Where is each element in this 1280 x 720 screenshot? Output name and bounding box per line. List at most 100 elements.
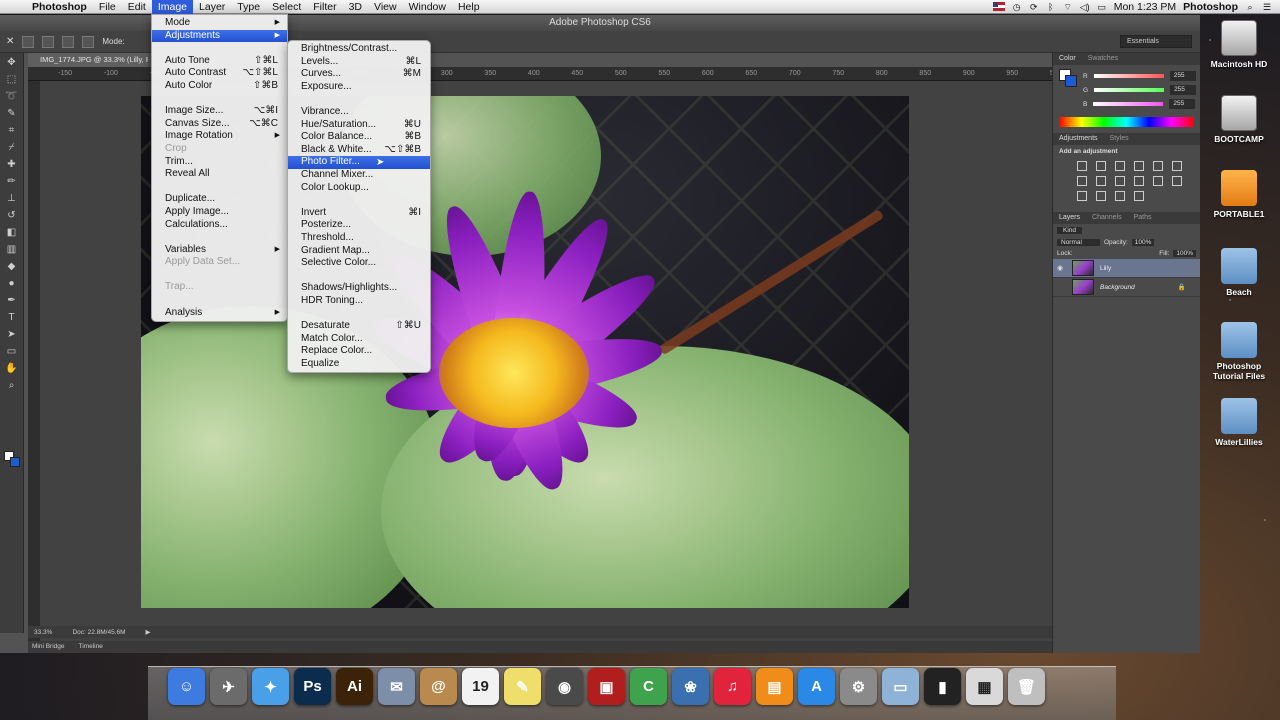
shape-tool-icon[interactable]: ▭ bbox=[5, 345, 19, 359]
menu-edit[interactable]: Edit bbox=[122, 0, 152, 14]
brush-tool-icon[interactable]: ✏ bbox=[5, 175, 19, 189]
workspace-switcher[interactable]: Essentials bbox=[1120, 35, 1192, 48]
path-selection-tool-icon[interactable]: ➤ bbox=[5, 328, 19, 342]
menu-item-color-lookup[interactable]: Color Lookup... bbox=[288, 182, 430, 195]
menu-item-brightness-contrast[interactable]: Brightness/Contrast... bbox=[288, 43, 430, 56]
menu-item-selective-color[interactable]: Selective Color... bbox=[288, 257, 430, 270]
menu-item-apply-image[interactable]: Apply Image... bbox=[152, 206, 287, 219]
menu-item-desaturate[interactable]: Desaturate ⇧⌘U bbox=[288, 320, 430, 333]
color-slider-b[interactable]: B 255 bbox=[1053, 97, 1200, 111]
documents-folder-icon[interactable]: ▭ bbox=[882, 668, 919, 705]
black-white-adjustment-icon[interactable] bbox=[1096, 176, 1106, 186]
document-tab[interactable]: IMG_1774.JPG @ 33.3% (Lilly, RGB/8) bbox=[28, 53, 148, 67]
eraser-tool-icon[interactable]: ◧ bbox=[5, 226, 19, 240]
layer-row[interactable]: Background 🔒 bbox=[1053, 278, 1200, 297]
panel-tab-paths[interactable]: Paths bbox=[1134, 212, 1152, 224]
blur-tool-icon[interactable]: ◆ bbox=[5, 260, 19, 274]
menu-type[interactable]: Type bbox=[231, 0, 266, 14]
vibrance-adjustment-icon[interactable] bbox=[1153, 161, 1163, 171]
panel-tab-color[interactable]: Color bbox=[1059, 53, 1076, 65]
menu-image[interactable]: Image bbox=[151, 0, 194, 14]
healing-tool-icon[interactable]: ✚ bbox=[5, 158, 19, 172]
volume-icon[interactable]: ◁) bbox=[1080, 2, 1090, 12]
launchpad-icon[interactable]: ✈ bbox=[210, 668, 247, 705]
layer-row[interactable]: ◉ Lilly bbox=[1053, 259, 1200, 278]
menu-item-image-size[interactable]: Image Size... ⌥⌘I bbox=[152, 105, 287, 118]
clone-stamp-tool-icon[interactable]: ⊥ bbox=[5, 192, 19, 206]
menu-view[interactable]: View bbox=[368, 0, 403, 14]
safari-icon[interactable]: ✦ bbox=[252, 668, 289, 705]
desktop-icon-macintosh-hd[interactable]: Macintosh HD bbox=[1204, 20, 1274, 69]
menu-window[interactable]: Window bbox=[403, 0, 452, 14]
menu-item-invert[interactable]: Invert ⌘I bbox=[288, 207, 430, 220]
curves-adjustment-icon[interactable] bbox=[1115, 161, 1125, 171]
menu-item-trim[interactable]: Trim... bbox=[152, 156, 287, 169]
exposure-adjustment-icon[interactable] bbox=[1134, 161, 1144, 171]
color-lookup-adjustment-icon[interactable] bbox=[1153, 176, 1163, 186]
menu-file[interactable]: File bbox=[93, 0, 122, 14]
selective-color-adjustment-icon[interactable] bbox=[1134, 191, 1144, 201]
desktop-icon-waterlillies[interactable]: WaterLillies bbox=[1204, 398, 1274, 447]
color-balance-adjustment-icon[interactable] bbox=[1077, 176, 1087, 186]
menu-item-match-color[interactable]: Match Color... bbox=[288, 333, 430, 346]
search-icon[interactable]: ⌕ bbox=[1245, 2, 1255, 12]
sync-icon[interactable]: ⟳ bbox=[1029, 2, 1039, 12]
menu-item-black-white[interactable]: Black & White... ⌥⇧⌘B bbox=[288, 144, 430, 157]
notification-center-icon[interactable]: ☰ bbox=[1262, 2, 1272, 12]
battery-icon[interactable]: ▭ bbox=[1097, 2, 1107, 12]
posterize-adjustment-icon[interactable] bbox=[1077, 191, 1087, 201]
iphoto-icon[interactable]: ❀ bbox=[672, 668, 709, 705]
channel-slider-bar[interactable] bbox=[1093, 74, 1164, 78]
wifi-icon[interactable]: ⌔ bbox=[1063, 2, 1073, 12]
status-arrow-icon[interactable]: ▶ bbox=[146, 628, 151, 636]
menu-3d[interactable]: 3D bbox=[343, 0, 368, 14]
menu-help[interactable]: Help bbox=[452, 0, 486, 14]
bluetooth-icon[interactable]: ᛒ bbox=[1046, 2, 1056, 12]
menu-item-replace-color[interactable]: Replace Color... bbox=[288, 345, 430, 358]
menu-filter[interactable]: Filter bbox=[307, 0, 342, 14]
channel-value[interactable]: 255 bbox=[1170, 85, 1197, 95]
gradient-map-adjustment-icon[interactable] bbox=[1115, 191, 1125, 201]
menu-layer[interactable]: Layer bbox=[193, 0, 231, 14]
channel-mixer-adjustment-icon[interactable] bbox=[1134, 176, 1144, 186]
menu-item-duplicate[interactable]: Duplicate... bbox=[152, 193, 287, 206]
channel-value[interactable]: 255 bbox=[1169, 99, 1196, 109]
menu-select[interactable]: Select bbox=[266, 0, 307, 14]
time-machine-icon[interactable]: ◷ bbox=[1012, 2, 1022, 12]
levels-adjustment-icon[interactable] bbox=[1096, 161, 1106, 171]
finder-icon[interactable]: ☺ bbox=[168, 668, 205, 705]
desktop-icon-portable1[interactable]: PORTABLE1 bbox=[1204, 170, 1274, 219]
pen-tool-icon[interactable]: ✒ bbox=[5, 294, 19, 308]
threshold-adjustment-icon[interactable] bbox=[1096, 191, 1106, 201]
panel-tab-styles[interactable]: Styles bbox=[1110, 133, 1129, 145]
menu-item-variables[interactable]: Variables ▶ bbox=[152, 244, 287, 257]
brightness-adjustment-icon[interactable] bbox=[1077, 161, 1087, 171]
desktop-icon-bootcamp[interactable]: BOOTCAMP bbox=[1204, 95, 1274, 144]
menu-item-photo-filter[interactable]: Photo Filter... bbox=[288, 156, 430, 169]
color-bg-swatch[interactable] bbox=[1065, 75, 1077, 87]
layer-name[interactable]: Background bbox=[1100, 284, 1135, 291]
type-tool-icon[interactable]: T bbox=[5, 311, 19, 325]
dodge-tool-icon[interactable]: ● bbox=[5, 277, 19, 291]
input-source-flag-icon[interactable] bbox=[992, 2, 1005, 11]
menu-item-gradient-map[interactable]: Gradient Map... bbox=[288, 245, 430, 258]
menu-item-image-rotation[interactable]: Image Rotation ▶ bbox=[152, 130, 287, 143]
opacity-value[interactable]: 100% bbox=[1131, 239, 1155, 246]
desktop-icon-beach[interactable]: Beach bbox=[1204, 248, 1274, 297]
menubar-user[interactable]: Photoshop bbox=[1183, 1, 1238, 13]
history-brush-tool-icon[interactable]: ↺ bbox=[5, 209, 19, 223]
menu-item-reveal-all[interactable]: Reveal All bbox=[152, 168, 287, 181]
panel-tab-timeline[interactable]: Timeline bbox=[79, 641, 103, 653]
panel-tab-mini bridge[interactable]: Mini Bridge bbox=[32, 641, 65, 653]
layer-name[interactable]: Lilly bbox=[1100, 265, 1111, 272]
menu-item-auto-contrast[interactable]: Auto Contrast ⌥⇧⌘L bbox=[152, 67, 287, 80]
blend-mode-select[interactable]: Normal bbox=[1057, 239, 1100, 246]
menu-item-equalize[interactable]: Equalize bbox=[288, 358, 430, 371]
new-selection-button[interactable] bbox=[22, 35, 35, 48]
color-spectrum-ramp[interactable] bbox=[1059, 117, 1194, 127]
menubar-clock[interactable]: Mon 1:23 PM bbox=[1114, 1, 1176, 13]
facetime-icon[interactable]: ◉ bbox=[546, 668, 583, 705]
desktop-icon-photoshop-tutorial-files[interactable]: Photoshop Tutorial Files bbox=[1204, 322, 1274, 381]
channel-slider-bar[interactable] bbox=[1093, 102, 1164, 106]
menu-item-canvas-size[interactable]: Canvas Size... ⌥⌘C bbox=[152, 118, 287, 131]
